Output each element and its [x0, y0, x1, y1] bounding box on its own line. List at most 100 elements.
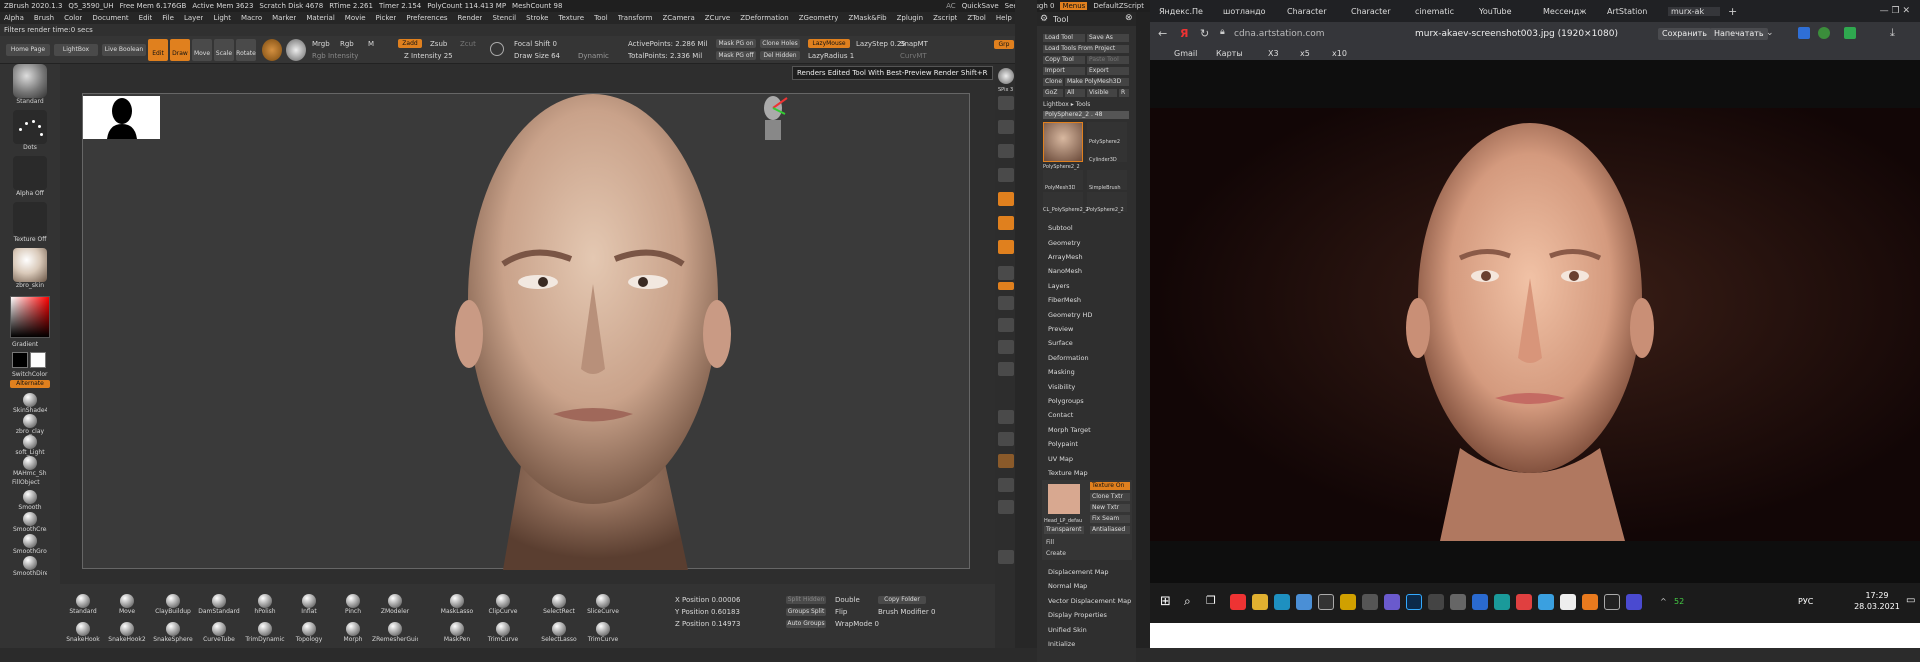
lazyradius-slider[interactable]: LazyRadius 1: [808, 52, 854, 60]
section-normal-map[interactable]: Normal Map: [1048, 582, 1087, 590]
menu-render[interactable]: Render: [458, 14, 483, 22]
double-button[interactable]: Double: [835, 596, 860, 604]
settings-icon[interactable]: [1450, 594, 1466, 610]
brush-smoothcrease[interactable]: SmoothCrease: [13, 512, 47, 534]
zcut-button[interactable]: Zcut: [460, 40, 476, 48]
split-hidden-button[interactable]: Split Hidden: [786, 596, 826, 604]
zsub-button[interactable]: Zsub: [430, 40, 447, 48]
frame-icon[interactable]: [998, 318, 1014, 332]
section-unified-skin[interactable]: Unified Skin: [1048, 626, 1087, 634]
transp-icon[interactable]: [998, 432, 1014, 446]
search-icon[interactable]: ⌕: [1184, 594, 1191, 609]
tab-yandex[interactable]: Яндекс.Пе: [1156, 7, 1218, 16]
clone-holes-button[interactable]: Clone Holes: [760, 39, 800, 48]
brush-picker[interactable]: Standard: [13, 64, 47, 106]
dynamic-button[interactable]: Dynamic: [578, 52, 609, 60]
z-intensity-slider[interactable]: Z Intensity 25: [404, 52, 453, 60]
scroll-hand-icon[interactable]: [998, 96, 1014, 110]
lightbox-tools-button[interactable]: Lightbox ▸ Tools: [1043, 101, 1090, 109]
section-display-properties[interactable]: Display Properties: [1048, 611, 1107, 619]
brush-slicecurve[interactable]: SliceCurve: [580, 594, 626, 616]
menu-transform[interactable]: Transform: [618, 14, 653, 22]
reload-icon[interactable]: ↻: [1200, 27, 1209, 40]
menu-zgeometry[interactable]: ZGeometry: [799, 14, 839, 22]
mat-soft-light[interactable]: soft_Light: [13, 435, 47, 457]
ac-label[interactable]: AC: [946, 2, 956, 10]
sculpted-head-model[interactable]: [393, 94, 793, 570]
brush-hpolish[interactable]: hPolish: [242, 594, 288, 616]
menu-picker[interactable]: Picker: [376, 14, 397, 22]
clock-time[interactable]: 17:29: [1852, 591, 1902, 600]
goz-visible-button[interactable]: Visible: [1087, 89, 1117, 97]
brush-maskpen[interactable]: MaskPen: [434, 622, 480, 644]
aahalf-icon[interactable]: [998, 168, 1014, 182]
menu-light[interactable]: Light: [213, 14, 230, 22]
load-tool-button[interactable]: Load Tool: [1043, 34, 1085, 42]
menu-zmask[interactable]: ZMask&Fib: [848, 14, 886, 22]
auto-groups-button[interactable]: Auto Groups: [786, 620, 826, 628]
app-icon[interactable]: [1384, 594, 1400, 610]
clone-txtr-button[interactable]: Clone Txtr: [1090, 493, 1130, 501]
brush-trimcurve[interactable]: TrimCurve: [480, 622, 526, 644]
download-icon[interactable]: ⤓: [1890, 26, 1895, 40]
brush-move[interactable]: Move: [104, 594, 150, 616]
actual-icon[interactable]: [998, 144, 1014, 158]
main-color-swatch[interactable]: [12, 352, 28, 368]
brush-smoothdirection[interactable]: SmoothDirectio: [13, 556, 47, 578]
lsym-icon[interactable]: [998, 266, 1014, 280]
scale-icon[interactable]: [998, 340, 1014, 354]
brush-selectlasso[interactable]: SelectLasso: [536, 622, 582, 644]
color-picker[interactable]: [10, 296, 50, 338]
tool-panel-title[interactable]: Tool: [1053, 15, 1069, 24]
dynamic-icon[interactable]: [998, 550, 1014, 564]
m-button[interactable]: M: [368, 40, 374, 48]
close-panel-icon[interactable]: ⊗: [1125, 13, 1133, 23]
wrapmode-slider[interactable]: WrapMode 0: [835, 620, 879, 628]
zadd-button[interactable]: Zadd: [398, 39, 422, 48]
brush-snakehook[interactable]: SnakeHook: [60, 622, 106, 644]
menu-movie[interactable]: Movie: [345, 14, 366, 22]
snapmt-button[interactable]: SnapMT: [900, 40, 928, 48]
extension-icon[interactable]: [1798, 27, 1810, 39]
brush-damstandard[interactable]: DamStandard: [196, 594, 242, 616]
menu-zplugin[interactable]: Zplugin: [897, 14, 923, 22]
goz-button[interactable]: GoZ: [1043, 89, 1063, 97]
bookmark-x10[interactable]: x10: [1332, 49, 1347, 58]
xpose-icon[interactable]: [998, 500, 1014, 514]
brush-topology[interactable]: Topology: [286, 622, 332, 644]
tab-cinematic[interactable]: cinematic: [1412, 7, 1474, 16]
solo-icon[interactable]: [998, 478, 1014, 492]
section-vector-displacement-map[interactable]: Vector Displacement Map: [1048, 597, 1131, 605]
mrgb-button[interactable]: Mrgb: [312, 40, 330, 48]
bookmark-x3[interactable]: X3: [1268, 49, 1279, 58]
menu-stencil[interactable]: Stencil: [492, 14, 516, 22]
mat-mahmc-shiny[interactable]: MAHmc_Shiny 0: [13, 456, 47, 478]
move-icon[interactable]: [998, 296, 1014, 310]
tab-messenger[interactable]: Мессендж: [1540, 7, 1602, 16]
back-arrow-icon[interactable]: ←: [1158, 27, 1167, 40]
section-layers[interactable]: Layers: [1048, 282, 1070, 290]
home-page-button[interactable]: Home Page: [6, 44, 50, 56]
material-sphere-icon[interactable]: [262, 39, 282, 61]
rotate-icon[interactable]: [998, 362, 1014, 376]
make-polymesh3d-button[interactable]: Make PolyMesh3D: [1065, 78, 1129, 86]
brush-trimdynamic[interactable]: TrimDynamic: [242, 622, 288, 644]
bookmark-x5[interactable]: x5: [1300, 49, 1310, 58]
menu-material[interactable]: Material: [306, 14, 334, 22]
app-icon[interactable]: [1626, 594, 1642, 610]
app-icon[interactable]: [1428, 594, 1444, 610]
tab-scottish[interactable]: шотландо: [1220, 7, 1282, 16]
section-geometry-hd[interactable]: Geometry HD: [1048, 311, 1092, 319]
rgb-intensity-slider[interactable]: Rgb Intensity: [312, 52, 358, 60]
section-nanomesh[interactable]: NanoMesh: [1048, 267, 1082, 275]
brush-curvetube[interactable]: CurveTube: [196, 622, 242, 644]
yandex-logo-icon[interactable]: Я: [1180, 27, 1188, 40]
antialiased-button[interactable]: Antialiased: [1090, 526, 1130, 534]
menu-layer[interactable]: Layer: [184, 14, 204, 22]
file-explorer-icon[interactable]: [1252, 594, 1268, 610]
goz-all-button[interactable]: All: [1065, 89, 1085, 97]
viewport-canvas[interactable]: [82, 93, 970, 570]
language-indicator[interactable]: РУС: [1798, 597, 1813, 606]
menu-ztool[interactable]: ZTool: [967, 14, 985, 22]
brush-standard[interactable]: Standard: [60, 594, 106, 616]
